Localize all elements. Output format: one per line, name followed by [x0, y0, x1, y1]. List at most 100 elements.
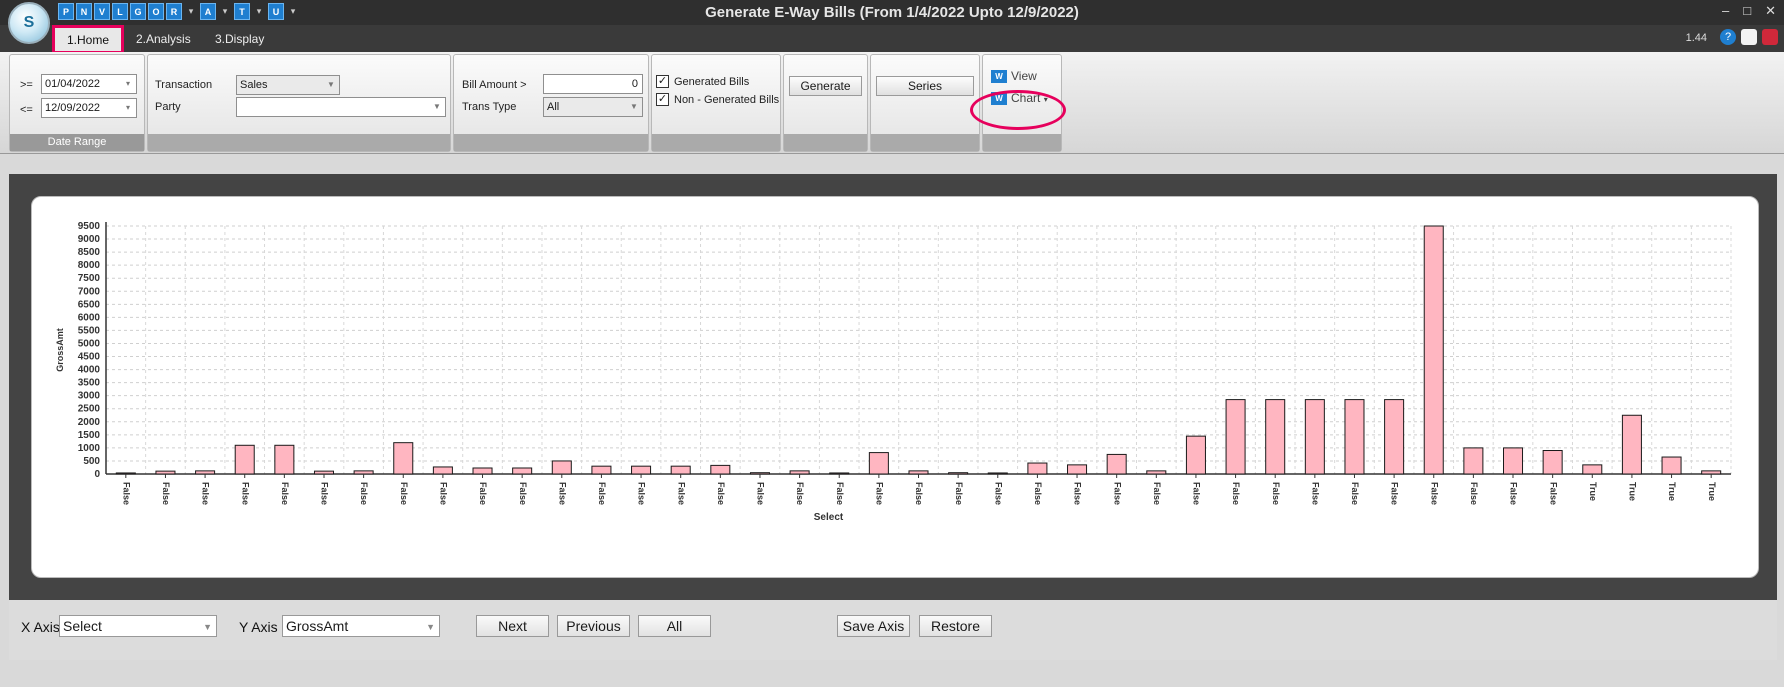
chevron-down-icon[interactable]: ▾ — [218, 3, 232, 20]
x-tick-label: False — [201, 482, 211, 505]
y-tick-label: 8000 — [78, 260, 101, 271]
chart-bar — [234, 444, 255, 475]
party-select[interactable]: ▼ — [236, 97, 446, 117]
x-tick-label: False — [557, 482, 567, 505]
chart-bar — [1146, 470, 1167, 475]
chart-bar — [1304, 399, 1325, 475]
all-button[interactable]: All — [638, 615, 711, 637]
tab-home[interactable]: 1.Home — [52, 25, 125, 54]
chart-bar — [1067, 464, 1088, 475]
generate-button[interactable]: Generate — [789, 76, 862, 96]
calendar-dropdown-icon[interactable]: ▾ — [122, 75, 134, 93]
tab-display[interactable]: 3.Display — [203, 28, 276, 50]
x-tick-label: False — [1073, 482, 1083, 505]
quick-access-o-icon[interactable]: O — [148, 3, 164, 20]
bill-amount-input[interactable]: 0 — [543, 74, 643, 94]
x-tick-label: False — [1429, 482, 1439, 505]
chart-bar — [1344, 399, 1365, 475]
chart-bar — [829, 472, 850, 475]
quick-access-u-icon[interactable]: U — [268, 3, 284, 20]
x-tick-label: False — [676, 482, 686, 505]
x-axis-label: X Axis — [21, 619, 60, 635]
x-tick-label: False — [240, 482, 250, 505]
maximize-button[interactable]: □ — [1743, 3, 1751, 19]
to-date-value: 12/09/2022 — [45, 102, 101, 114]
x-tick-label: False — [756, 482, 766, 505]
chart-bar — [1106, 453, 1127, 475]
chevron-down-icon: ▼ — [327, 80, 335, 89]
app-logo-icon[interactable]: S — [8, 2, 50, 44]
party-label: Party — [155, 101, 181, 113]
document-icon[interactable] — [1741, 29, 1757, 45]
quick-access-l-icon[interactable]: L — [112, 3, 128, 20]
chart-bar — [1542, 450, 1563, 475]
from-date-field[interactable]: 01/04/2022 ▾ — [41, 74, 137, 94]
series-button[interactable]: Series — [876, 76, 974, 96]
generate-group: Generate — [783, 54, 868, 152]
chevron-down-icon[interactable]: ▾ — [184, 3, 198, 20]
date-range-footer: Date Range — [10, 134, 144, 151]
x-tick-label: False — [1192, 482, 1202, 505]
chart-bar — [1621, 414, 1642, 475]
previous-button[interactable]: Previous — [557, 615, 630, 637]
x-tick-label: False — [478, 482, 488, 505]
x-tick-label: False — [993, 482, 1003, 505]
chart-bar — [868, 452, 889, 475]
close-button[interactable]: ✕ — [1765, 3, 1776, 19]
x-tick-label: False — [1469, 482, 1479, 505]
chart-bar — [631, 465, 652, 475]
non-generated-bills-checkbox[interactable]: ✓ — [656, 93, 669, 106]
chart-bar — [987, 472, 1008, 475]
trans-type-label: Trans Type — [462, 101, 517, 113]
x-tick-label: False — [320, 482, 330, 505]
generated-bills-label: Generated Bills — [674, 76, 750, 88]
chart-bar — [393, 442, 414, 475]
x-tick-label: False — [954, 482, 964, 505]
x-axis-value: Select — [63, 618, 102, 634]
calendar-dropdown-icon[interactable]: ▾ — [122, 99, 134, 117]
x-tick-label: False — [795, 482, 805, 505]
chevron-down-icon: ▼ — [426, 622, 435, 632]
to-date-field[interactable]: 12/09/2022 ▾ — [41, 98, 137, 118]
view-icon: W — [991, 70, 1007, 84]
quick-access-p-icon[interactable]: P — [58, 3, 74, 20]
y-axis-label: Y Axis — [239, 619, 278, 635]
quick-access-g-icon[interactable]: G — [130, 3, 146, 20]
minimize-button[interactable]: – — [1722, 3, 1729, 19]
quick-access-r-icon[interactable]: R — [166, 3, 182, 20]
chart-bar — [551, 460, 572, 475]
tab-analysis[interactable]: 2.Analysis — [124, 28, 203, 50]
transaction-select[interactable]: Sales ▼ — [236, 75, 340, 95]
help-icon[interactable]: ? — [1720, 29, 1736, 45]
bill-filter-footer — [652, 134, 780, 151]
generated-bills-checkbox[interactable]: ✓ — [656, 75, 669, 88]
x-tick-label: False — [1548, 482, 1558, 505]
gross-amount-chart: 0 500 1000 1500 2000 2500 3000 3500 4000 4500 5000… — [55, 221, 1732, 523]
chart-bar — [789, 470, 810, 475]
y-tick-label: 4000 — [78, 365, 101, 376]
y-tick-label: 5500 — [78, 325, 101, 336]
chevron-down-icon[interactable]: ▾ — [286, 3, 300, 20]
x-tick-label: False — [280, 482, 290, 505]
restore-button[interactable]: Restore — [919, 615, 992, 637]
chart-bar — [1503, 447, 1524, 475]
quick-access-a-icon[interactable]: A — [200, 3, 216, 20]
quick-access-t-icon[interactable]: T — [234, 3, 250, 20]
save-axis-button[interactable]: Save Axis — [837, 615, 910, 637]
chevron-down-icon[interactable]: ▾ — [252, 3, 266, 20]
exit-icon[interactable] — [1762, 29, 1778, 45]
next-button[interactable]: Next — [476, 615, 549, 637]
chart-bar — [1185, 435, 1206, 475]
from-operator-label: >= — [20, 79, 33, 91]
x-axis-select[interactable]: Select ▼ — [59, 615, 217, 637]
view-button[interactable]: W View — [991, 69, 1037, 84]
y-tick-label: 6500 — [78, 299, 101, 310]
transaction-label: Transaction — [155, 79, 213, 91]
x-tick-label: False — [1033, 482, 1043, 505]
y-tick-label: 9500 — [78, 221, 101, 232]
trans-type-select[interactable]: All ▼ — [543, 97, 643, 117]
transaction-footer — [148, 134, 450, 151]
quick-access-v-icon[interactable]: V — [94, 3, 110, 20]
y-axis-select[interactable]: GrossAmt ▼ — [282, 615, 440, 637]
quick-access-n-icon[interactable]: N — [76, 3, 92, 20]
